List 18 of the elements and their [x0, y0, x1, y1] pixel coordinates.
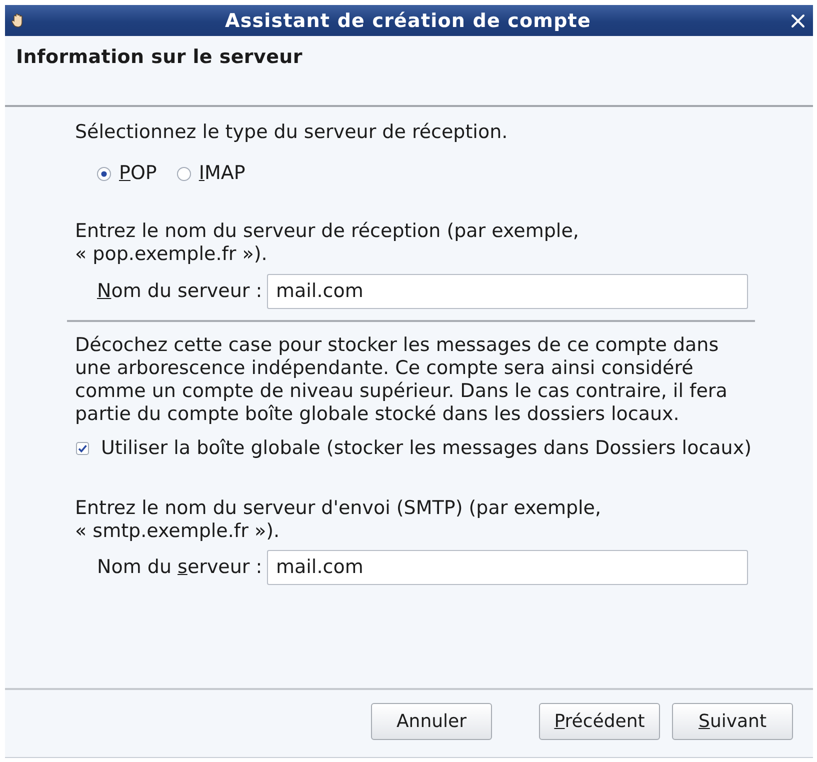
close-icon[interactable] [791, 14, 805, 28]
hand-icon[interactable] [11, 13, 25, 28]
description-text: Décochez cette case pour stocker les messages de ce compte dans une arborescence indépendante. Ce compte sera ainsi considéré comme un compte de niveau supérieur. Dans le cas contraire, il fera partie du compte boîte globale stocké dans les dossiers locaux. [75, 334, 728, 426]
server-field[interactable]: mail.com [267, 550, 748, 585]
prompt-text: Sélectionnez le type du serveur de réception. [75, 121, 508, 144]
prompt-text: Entrez le nom du serveur de réception (par exemple, « pop.exemple.fr »). [75, 220, 579, 266]
server-field[interactable]: mail.com [267, 274, 748, 309]
checkbox-option[interactable]: Utiliser la boîte globale (stocker les messages dans Dossiers locaux) [76, 437, 752, 460]
field-label: Nom du serveur : [97, 556, 264, 579]
page-heading: Information sur le serveur [16, 45, 302, 69]
prompt-text: Entrez le nom du serveur d'envoi (SMTP) (par exemple, « smtp.exemple.fr »). [75, 497, 602, 543]
field-label: Nom du serveur : [97, 280, 264, 303]
radio-option[interactable]: POP [97, 162, 157, 185]
next-button[interactable]: Suivant [672, 703, 793, 740]
window-title: Assistant de création de compte [224, 8, 592, 32]
radio-option[interactable]: IMAP [176, 162, 246, 185]
cancel-button[interactable]: Annuler [371, 703, 492, 740]
back-button[interactable]: Précédent [539, 703, 660, 740]
